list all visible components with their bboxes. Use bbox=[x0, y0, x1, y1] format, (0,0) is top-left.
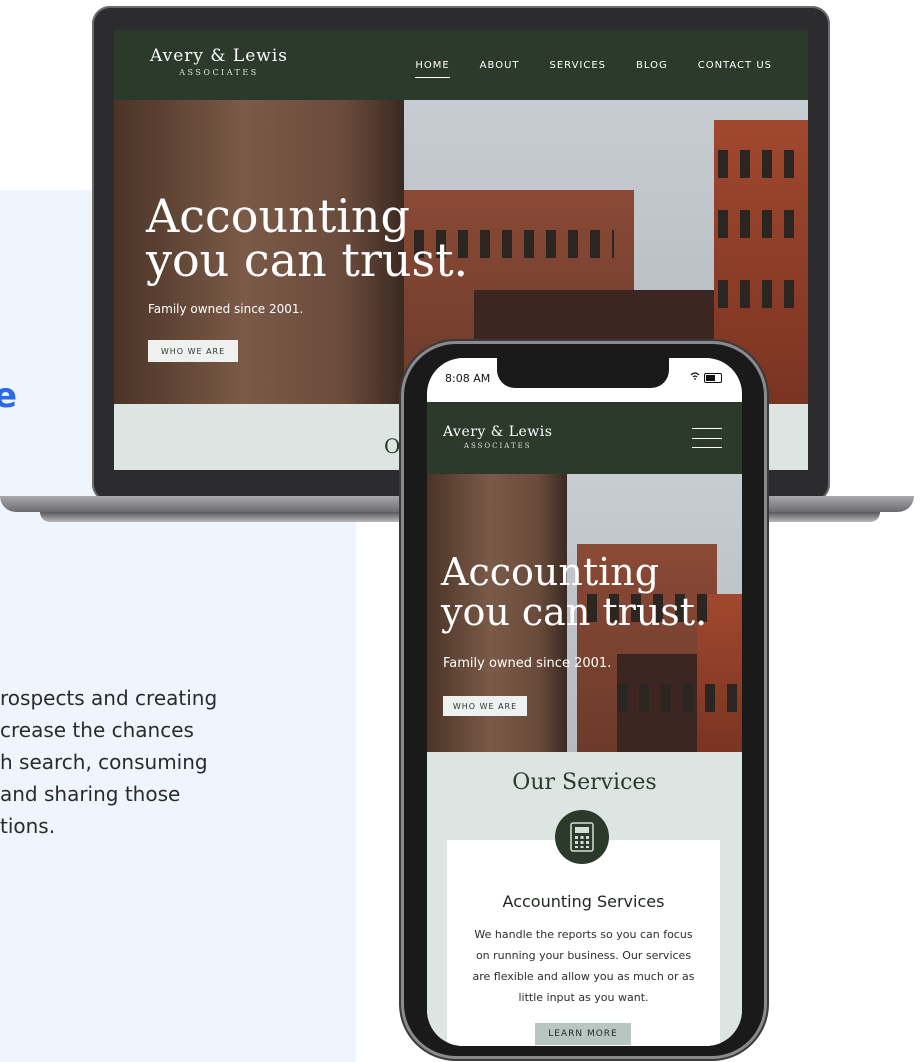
mobile-services-section: Our Services Accounting Services We hand… bbox=[427, 752, 742, 1046]
site-logo[interactable]: Avery & Lewis ASSOCIATES bbox=[150, 46, 288, 77]
nav-services[interactable]: SERVICES bbox=[550, 60, 607, 78]
service-card-text: We handle the reports so you can focus o… bbox=[472, 928, 695, 1004]
hero-title-line: Accounting bbox=[441, 550, 660, 594]
hero-windows bbox=[617, 684, 737, 712]
status-icons bbox=[690, 372, 722, 383]
hero-title: Accounting you can trust. bbox=[146, 189, 469, 287]
status-time: 8:08 AM bbox=[445, 372, 491, 385]
hero-windows bbox=[718, 150, 804, 178]
mobile-hero-section: Accounting you can trust. Family owned s… bbox=[427, 474, 742, 752]
hamburger-menu-icon[interactable] bbox=[692, 428, 722, 448]
battery-icon bbox=[704, 372, 722, 383]
nav-contact-us[interactable]: CONTACT US bbox=[698, 60, 772, 78]
hero-subtitle: Family owned since 2001. bbox=[148, 302, 304, 316]
services-title: Our Services bbox=[512, 770, 657, 795]
hero-windows bbox=[718, 280, 804, 308]
brand-subtitle: ASSOCIATES bbox=[179, 68, 259, 77]
accent-heading-fragment: e bbox=[0, 376, 18, 416]
brand-name: Avery & Lewis bbox=[150, 46, 288, 66]
learn-more-button[interactable]: LEARN MORE bbox=[535, 1023, 631, 1045]
body-line: tions. bbox=[0, 814, 56, 838]
nav-about[interactable]: ABOUT bbox=[480, 60, 520, 78]
nav-home[interactable]: HOME bbox=[415, 60, 450, 78]
brand-subtitle: ASSOCIATES bbox=[463, 442, 532, 450]
brand-name: Avery & Lewis bbox=[443, 424, 553, 440]
service-card-title: Accounting Services bbox=[502, 892, 665, 911]
phone-notch bbox=[497, 358, 669, 388]
wifi-icon bbox=[690, 372, 700, 383]
service-card: Accounting Services We handle the report… bbox=[447, 840, 720, 1046]
body-line: and sharing those bbox=[0, 782, 181, 806]
hero-title-line: you can trust. bbox=[146, 233, 469, 287]
hero-subtitle: Family owned since 2001. bbox=[443, 656, 612, 671]
nav-blog[interactable]: BLOG bbox=[636, 60, 668, 78]
phone-screen: 8:08 AM Avery & Lewis ASSOCIATES Account… bbox=[427, 358, 742, 1046]
calculator-icon bbox=[555, 810, 609, 864]
who-we-are-button[interactable]: WHO WE ARE bbox=[148, 340, 238, 362]
site-navbar: Avery & Lewis ASSOCIATES HOME ABOUT SERV… bbox=[114, 30, 808, 100]
body-copy: rospects and creating crease the chances… bbox=[0, 682, 300, 842]
nav-links: HOME ABOUT SERVICES BLOG CONTACT US bbox=[415, 60, 772, 78]
services-title-peek: O bbox=[384, 434, 401, 458]
body-line: h search, consuming bbox=[0, 750, 208, 774]
hero-title-line: Accounting bbox=[146, 189, 410, 243]
body-line: crease the chances bbox=[0, 718, 194, 742]
hero-windows bbox=[718, 210, 804, 238]
body-line: rospects and creating bbox=[0, 686, 218, 710]
hero-title: Accounting you can trust. bbox=[441, 552, 707, 632]
mobile-navbar: Avery & Lewis ASSOCIATES bbox=[427, 402, 742, 474]
hero-title-line: you can trust. bbox=[441, 590, 708, 634]
who-we-are-button[interactable]: WHO WE ARE bbox=[443, 696, 527, 716]
mobile-logo[interactable]: Avery & Lewis ASSOCIATES bbox=[443, 424, 552, 450]
